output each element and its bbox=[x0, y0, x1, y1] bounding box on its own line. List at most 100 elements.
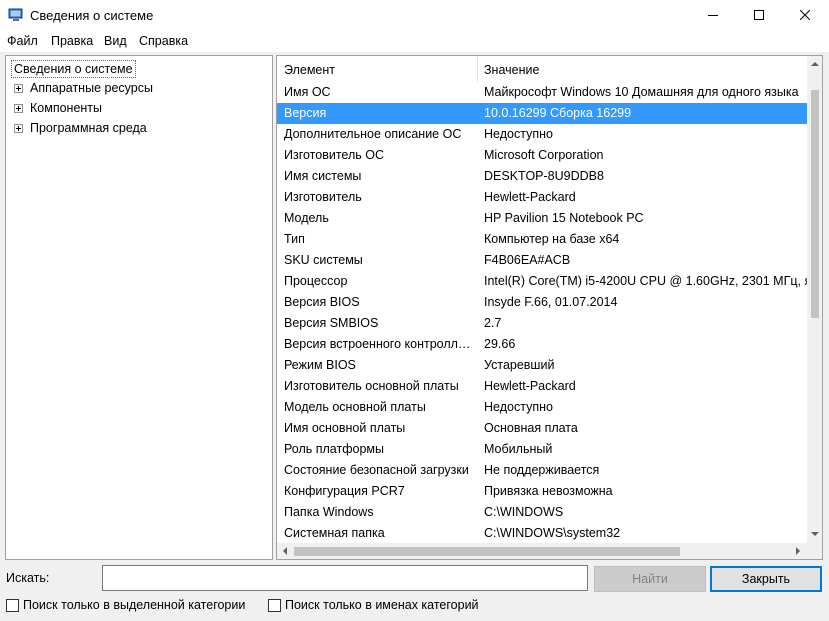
cell-item: Модель bbox=[284, 211, 329, 225]
cell-item: Процессор bbox=[284, 274, 348, 288]
details-list[interactable]: Элемент Значение Имя ОС Майкрософт Window… bbox=[276, 55, 823, 560]
expand-plus-icon[interactable] bbox=[14, 104, 23, 113]
maximize-button[interactable] bbox=[736, 0, 782, 31]
table-row[interactable]: Имя ОС Майкрософт Windows 10 Домашняя для… bbox=[277, 82, 807, 103]
checkbox-label[interactable]: Поиск только в выделенной категории bbox=[23, 598, 245, 612]
table-row[interactable]: Папка Windows C:\WINDOWS bbox=[277, 502, 807, 523]
find-button[interactable]: Найти bbox=[594, 566, 706, 592]
checkbox-label[interactable]: Поиск только в именах категорий bbox=[285, 598, 479, 612]
table-row[interactable]: Модель основной платы Недоступно bbox=[277, 397, 807, 418]
title-bar[interactable]: Сведения о системе bbox=[0, 0, 829, 31]
expand-plus-icon[interactable] bbox=[14, 84, 23, 93]
table-row[interactable]: Версия 10.0.16299 Сборка 16299 bbox=[277, 103, 807, 124]
system-info-icon bbox=[8, 8, 23, 21]
scroll-down-arrow-icon[interactable] bbox=[811, 532, 819, 536]
table-row[interactable]: Дополнительное описание ОС Недоступно bbox=[277, 124, 807, 145]
table-row[interactable]: Изготовитель основной платы Hewlett-Packa… bbox=[277, 376, 807, 397]
list-body: Имя ОС Майкрософт Windows 10 Домашняя для… bbox=[277, 82, 807, 543]
table-row[interactable]: Изготовитель Hewlett-Packard bbox=[277, 187, 807, 208]
minimize-button[interactable] bbox=[690, 0, 736, 31]
cell-value: Intel(R) Core(TM) i5-4200U CPU @ 1.60GHz… bbox=[484, 274, 807, 288]
maximize-icon bbox=[754, 10, 764, 20]
cell-value: HP Pavilion 15 Notebook PC bbox=[484, 211, 644, 225]
cell-item: SKU системы bbox=[284, 253, 363, 267]
column-header-item[interactable]: Элемент bbox=[284, 56, 335, 82]
table-row[interactable]: Режим BIOS Устаревший bbox=[277, 355, 807, 376]
column-header-value[interactable]: Значение bbox=[484, 56, 539, 82]
table-row[interactable]: Имя системы DESKTOP-8U9DDB8 bbox=[277, 166, 807, 187]
cell-value: Мобильный bbox=[484, 442, 553, 456]
cell-value: Устаревший bbox=[484, 358, 555, 372]
table-row[interactable]: Состояние безопасной загрузки Не поддержи… bbox=[277, 460, 807, 481]
list-header: Элемент Значение bbox=[277, 56, 807, 82]
tree-root-system-summary[interactable]: Сведения о системе bbox=[11, 60, 136, 78]
menu-edit[interactable]: Правка bbox=[51, 34, 93, 48]
cell-value: C:\WINDOWS bbox=[484, 505, 564, 519]
cell-value: Недоступно bbox=[484, 127, 553, 141]
expand-plus-icon[interactable] bbox=[14, 124, 23, 133]
cell-value: Microsoft Corporation bbox=[484, 148, 604, 162]
cell-value: 29.66 bbox=[484, 337, 516, 351]
menu-bar: Файл Правка Вид Справка bbox=[0, 31, 829, 52]
cell-item: Имя ОС bbox=[284, 85, 331, 99]
close-window-button[interactable] bbox=[782, 0, 828, 31]
menu-help[interactable]: Справка bbox=[139, 34, 188, 48]
cell-value: Основная плата bbox=[484, 421, 578, 435]
table-row[interactable]: Версия SMBIOS 2.7 bbox=[277, 313, 807, 334]
tree-node-label[interactable]: Аппаратные ресурсы bbox=[30, 81, 153, 95]
table-row[interactable]: Роль платформы Мобильный bbox=[277, 439, 807, 460]
cell-value: 10.0.16299 Сборка 16299 bbox=[484, 106, 632, 120]
close-icon bbox=[800, 10, 810, 20]
cell-value: Не поддерживается bbox=[484, 463, 600, 477]
search-input[interactable] bbox=[102, 565, 588, 591]
vertical-scrollbar[interactable] bbox=[807, 56, 822, 543]
cell-value: Insyde F.66, 01.07.2014 bbox=[484, 295, 618, 309]
checkbox-box[interactable] bbox=[6, 599, 19, 612]
cell-value: Майкрософт Windows 10 Домашняя для одног… bbox=[484, 85, 799, 99]
scrollbar-corner bbox=[807, 543, 822, 559]
horizontal-scrollbar[interactable] bbox=[277, 543, 807, 559]
cell-value: Недоступно bbox=[484, 400, 553, 414]
table-row[interactable]: Версия BIOS Insyde F.66, 01.07.2014 bbox=[277, 292, 807, 313]
scroll-up-arrow-icon[interactable] bbox=[811, 62, 819, 66]
cell-item: Дополнительное описание ОС bbox=[284, 127, 462, 141]
search-label: Искать: bbox=[6, 571, 50, 585]
cell-item: Изготовитель основной платы bbox=[284, 379, 459, 393]
table-row[interactable]: Процессор Intel(R) Core(TM) i5-4200U CPU … bbox=[277, 271, 807, 292]
cell-value: F4B06EA#ACB bbox=[484, 253, 571, 267]
table-row[interactable]: Модель HP Pavilion 15 Notebook PC bbox=[277, 208, 807, 229]
minimize-icon bbox=[708, 15, 718, 16]
scroll-right-arrow-icon[interactable] bbox=[796, 547, 800, 555]
cell-item: Версия bbox=[284, 106, 327, 120]
cell-item: Модель основной платы bbox=[284, 400, 426, 414]
cell-item: Режим BIOS bbox=[284, 358, 356, 372]
table-row[interactable]: Имя основной платы Основная плата bbox=[277, 418, 807, 439]
cell-item: Роль платформы bbox=[284, 442, 384, 456]
tree-node-label[interactable]: Компоненты bbox=[30, 101, 102, 115]
horizontal-scroll-thumb[interactable] bbox=[294, 547, 680, 556]
table-row[interactable]: SKU системы F4B06EA#ACB bbox=[277, 250, 807, 271]
table-row[interactable]: Версия встроенного контроллера 29.66 bbox=[277, 334, 807, 355]
cell-value: 2.7 bbox=[484, 316, 502, 330]
menu-view[interactable]: Вид bbox=[104, 34, 127, 48]
cell-item: Версия встроенного контроллера bbox=[284, 337, 474, 351]
cell-value: C:\WINDOWS\system32 bbox=[484, 526, 621, 540]
vertical-scroll-thumb[interactable] bbox=[811, 90, 819, 318]
cell-item: Папка Windows bbox=[284, 505, 374, 519]
cell-value: Hewlett-Packard bbox=[484, 379, 576, 393]
category-tree[interactable]: Сведения о системе Аппаратные ресурсы Ко… bbox=[5, 55, 273, 560]
cell-item: Версия BIOS bbox=[284, 295, 360, 309]
table-row[interactable]: Изготовитель ОС Microsoft Corporation bbox=[277, 145, 807, 166]
tree-node-label[interactable]: Программная среда bbox=[30, 121, 147, 135]
checkbox-box[interactable] bbox=[268, 599, 281, 612]
table-row[interactable]: Тип Компьютер на базе x64 bbox=[277, 229, 807, 250]
table-row[interactable]: Конфигурация PCR7 Привязка невозможна bbox=[277, 481, 807, 502]
menu-file[interactable]: Файл bbox=[7, 34, 38, 48]
cell-item: Системная папка bbox=[284, 526, 385, 540]
cell-value: Компьютер на базе x64 bbox=[484, 232, 620, 246]
scroll-left-arrow-icon[interactable] bbox=[283, 547, 287, 555]
cell-item: Тип bbox=[284, 232, 305, 246]
close-button[interactable]: Закрыть bbox=[710, 566, 822, 592]
column-divider[interactable] bbox=[477, 56, 478, 82]
table-row[interactable]: Системная папка C:\WINDOWS\system32 bbox=[277, 523, 807, 543]
